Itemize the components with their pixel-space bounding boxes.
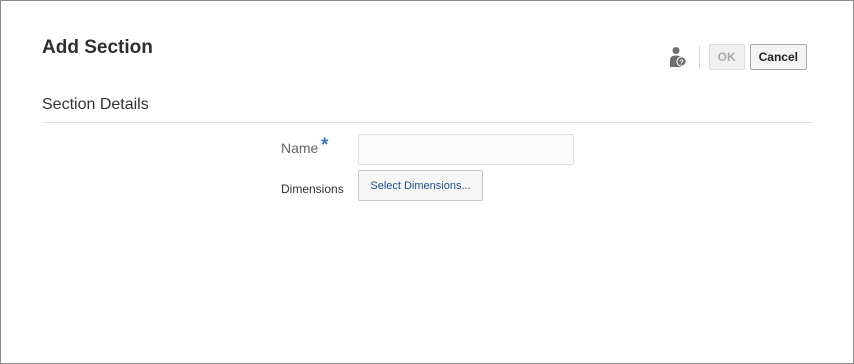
name-input[interactable] xyxy=(358,134,574,165)
user-help-icon-graphic: ? xyxy=(669,47,687,67)
section-details-header: Section Details xyxy=(42,96,149,113)
section-divider xyxy=(42,122,813,123)
dialog-title: Add Section xyxy=(42,37,153,58)
required-indicator: * xyxy=(321,135,329,156)
toolbar-separator xyxy=(698,46,700,68)
user-help-icon[interactable]: ? xyxy=(669,46,687,68)
ok-button[interactable]: OK xyxy=(708,44,745,70)
add-section-dialog: Add Section ? OK Cancel Section Details … xyxy=(0,0,854,364)
dimensions-label: Dimensions xyxy=(281,182,344,196)
select-dimensions-button[interactable]: Select Dimensions... xyxy=(358,170,483,201)
dialog-toolbar: ? OK Cancel xyxy=(669,43,807,71)
svg-text:?: ? xyxy=(679,59,683,66)
name-label: Name xyxy=(281,140,319,156)
cancel-button[interactable]: Cancel xyxy=(749,44,807,70)
